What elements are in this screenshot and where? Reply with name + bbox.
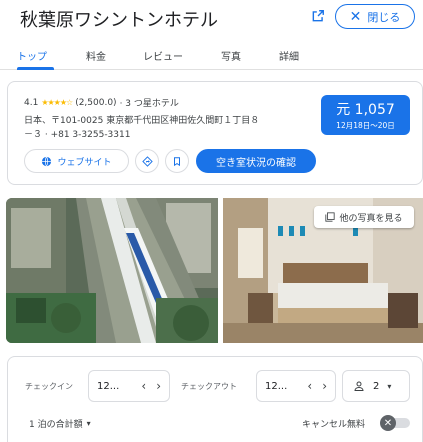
- city-view-photo[interactable]: [6, 198, 218, 343]
- checkin-field[interactable]: 12... ‹ ›: [88, 370, 170, 402]
- chevron-right-icon[interactable]: ›: [156, 379, 161, 393]
- check-availability-button[interactable]: 空き室状況の確認: [196, 149, 316, 173]
- price-button[interactable]: 元 1,057 12月18日～20日: [321, 95, 410, 135]
- price-value: 元 1,057: [336, 102, 395, 118]
- review-count[interactable]: (2,500.0): [75, 98, 116, 108]
- checkout-label: チェックアウト: [181, 382, 237, 391]
- website-button[interactable]: ウェブサイト: [24, 149, 129, 173]
- tab-reviews[interactable]: レビュー: [143, 48, 183, 63]
- address: 日本、〒101-0025 東京都千代田区神田佐久間町１丁目８ －３ · +81 …: [24, 114, 309, 142]
- more-photos-button[interactable]: 他の写真を見る: [314, 206, 414, 228]
- close-button[interactable]: ✕ 閉じる: [335, 4, 415, 29]
- bookmark-icon: [174, 156, 180, 166]
- globe-icon: [42, 156, 52, 166]
- dropdown-arrow-icon: ▾: [387, 381, 392, 391]
- checkout-value: 12...: [265, 380, 288, 392]
- address-line-1: 日本、〒101-0025 東京都千代田区神田佐久間町１丁目８: [24, 116, 260, 126]
- total-price-dropdown[interactable]: 1 泊の合計額 ▾: [29, 417, 91, 430]
- person-icon: [354, 381, 364, 391]
- more-photos-label: 他の写真を見る: [339, 213, 403, 224]
- tab-details[interactable]: 詳細: [279, 48, 299, 63]
- chevron-left-icon[interactable]: ‹: [307, 379, 312, 393]
- tab-bar: トップ 料金 レビュー 写真 詳細: [0, 40, 423, 70]
- address-line-2: －３ · +81 3-3255-3311: [24, 130, 131, 140]
- open-in-new-icon[interactable]: [307, 5, 329, 27]
- free-cancellation-label: キャンセル無料: [302, 420, 366, 430]
- dropdown-arrow-icon: ▾: [86, 419, 91, 428]
- close-icon: ✕: [380, 415, 396, 431]
- website-label: ウェブサイト: [57, 157, 112, 168]
- free-cancellation-toggle[interactable]: ✕: [380, 415, 410, 431]
- total-label: 1 泊の合計額: [29, 420, 83, 430]
- hotel-class: · 3 つ星ホテル: [119, 99, 179, 109]
- guests-value: 2: [373, 380, 380, 392]
- close-button-label: 閉じる: [367, 10, 401, 24]
- directions-icon: [141, 155, 153, 167]
- close-icon: ✕: [349, 8, 362, 25]
- active-tab-indicator: [17, 67, 54, 70]
- checkout-field[interactable]: 12... ‹ ›: [256, 370, 336, 402]
- directions-button[interactable]: [135, 149, 159, 173]
- photo-library-icon: [325, 212, 336, 222]
- header: 秋葉原ワシントンホテル ✕ 閉じる: [0, 0, 423, 40]
- tab-top[interactable]: トップ: [17, 48, 47, 63]
- chevron-left-icon[interactable]: ‹: [141, 379, 146, 393]
- save-button[interactable]: [165, 149, 189, 173]
- rating-line: 4.1 ★★★★☆ (2,500.0) · 3 つ星ホテル: [24, 96, 179, 110]
- checkin-label: チェックイン: [25, 382, 73, 391]
- rating-value: 4.1: [24, 97, 39, 108]
- tab-rates[interactable]: 料金: [86, 48, 106, 63]
- hotel-title: 秋葉原ワシントンホテル: [20, 10, 218, 31]
- chevron-right-icon[interactable]: ›: [322, 379, 327, 393]
- checkin-value: 12...: [97, 380, 120, 392]
- price-dates: 12月18日～20日: [336, 121, 395, 130]
- tab-photos[interactable]: 写真: [221, 48, 241, 63]
- guests-selector[interactable]: 2 ▾: [342, 370, 410, 402]
- star-rating-icon: ★★★★☆: [41, 98, 73, 107]
